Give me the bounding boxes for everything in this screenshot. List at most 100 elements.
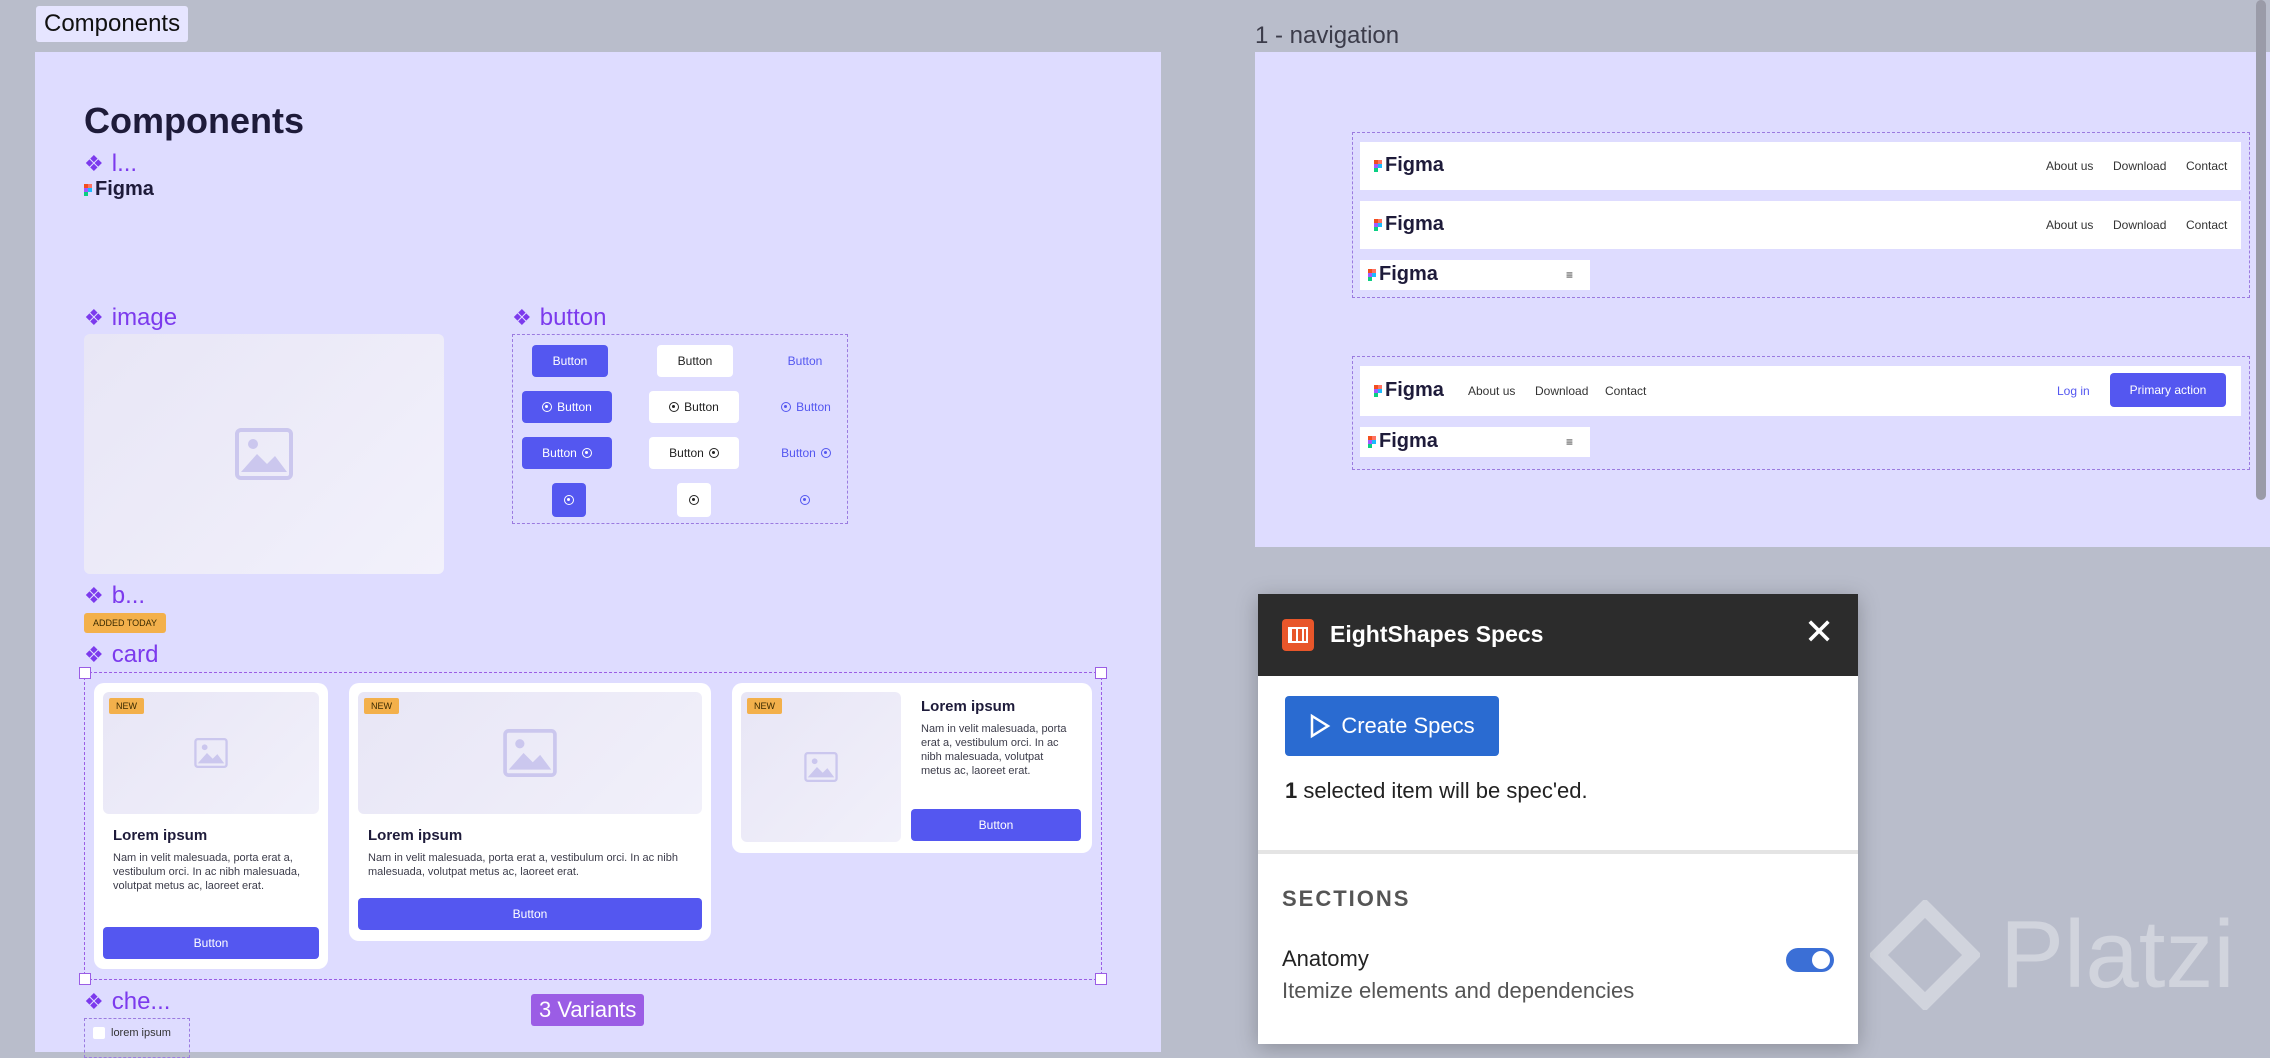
eightshapes-specs-plugin[interactable]: EightShapes Specs ✕ Create Specs 1 selec…: [1258, 594, 1858, 1044]
button-component-label[interactable]: ❖ button: [512, 304, 606, 332]
components-frame[interactable]: Components ❖ l... Figma ❖ image ❖ button…: [35, 52, 1161, 1058]
plus-circle-icon: [689, 495, 699, 505]
navigation-frame[interactable]: Figma About us Download Contact Figma Ab…: [1255, 52, 2270, 547]
checkbox-component-label[interactable]: ❖ che...: [84, 988, 170, 1016]
nav-link-download[interactable]: Download: [2113, 218, 2166, 232]
nav-link-about[interactable]: About us: [1468, 384, 1515, 398]
badge-component-label[interactable]: ❖ b...: [84, 582, 145, 610]
card-button[interactable]: Button: [911, 809, 1081, 841]
nav-variants-set-1[interactable]: Figma About us Download Contact Figma Ab…: [1352, 132, 2250, 298]
nav-bar-desktop[interactable]: Figma About us Download Contact: [1360, 142, 2241, 190]
selection-handle[interactable]: [79, 667, 91, 679]
figma-logo[interactable]: Figma: [84, 178, 154, 201]
figma-logo[interactable]: Figma: [1368, 430, 1438, 453]
create-specs-button[interactable]: Create Specs: [1285, 696, 1499, 756]
logo-component-label[interactable]: ❖ l...: [84, 150, 137, 178]
figma-mark-icon: [1374, 218, 1382, 231]
login-link[interactable]: Log in: [2057, 384, 2090, 398]
card-title: Lorem ipsum: [368, 827, 463, 844]
card-component-name: card: [111, 641, 159, 668]
plus-circle-icon: [581, 448, 592, 458]
tertiary-button-trailing-icon[interactable]: Button: [761, 437, 851, 469]
card-vertical-wide[interactable]: NEW Lorem ipsum Nam in velit malesuada, …: [349, 683, 711, 941]
image-placeholder[interactable]: [84, 334, 444, 574]
card-component-label[interactable]: ❖ card: [84, 641, 158, 669]
card-button[interactable]: Button: [103, 927, 319, 959]
primary-button-leading-icon[interactable]: Button: [522, 391, 612, 423]
card-title: Lorem ipsum: [921, 698, 1016, 715]
plugin-logo-icon: [1282, 619, 1314, 651]
button-variants-set[interactable]: Button Button Button Button Button Butto…: [512, 334, 848, 524]
added-today-badge[interactable]: ADDED TODAY: [84, 613, 167, 633]
nav-link-contact[interactable]: Contact: [2186, 159, 2227, 173]
tertiary-button-leading-icon[interactable]: Button: [761, 391, 851, 423]
checkbox-box[interactable]: [93, 1027, 105, 1039]
nav-link-download[interactable]: Download: [1535, 384, 1588, 398]
image-placeholder-icon: [194, 738, 228, 768]
close-icon[interactable]: ✕: [1804, 614, 1834, 650]
card-vertical-small[interactable]: NEW Lorem ipsum Nam in velit malesuada, …: [94, 683, 328, 969]
nav-bar-mobile[interactable]: Figma ≡: [1360, 427, 1590, 457]
nav-link-download[interactable]: Download: [2113, 159, 2166, 173]
button-label: Button: [552, 354, 588, 368]
nav-link-contact[interactable]: Contact: [2186, 218, 2227, 232]
button-label: Button: [193, 936, 229, 950]
primary-icon-button[interactable]: [552, 483, 586, 517]
selection-handle[interactable]: [79, 973, 91, 985]
card-button[interactable]: Button: [358, 898, 702, 930]
nav-link-about[interactable]: About us: [2046, 218, 2093, 232]
image-component-label[interactable]: ❖ image: [84, 304, 177, 332]
card-horizontal[interactable]: NEW Lorem ipsum Nam in velit malesuada, …: [732, 683, 1092, 853]
figma-logo-text: Figma: [1379, 263, 1438, 285]
play-icon: [1311, 713, 1331, 739]
new-badge: NEW: [747, 698, 782, 714]
secondary-icon-button[interactable]: [677, 483, 711, 517]
selection-handle[interactable]: [1095, 973, 1107, 985]
secondary-button-leading-icon[interactable]: Button: [649, 391, 739, 423]
selected-text: selected item will be spec'ed.: [1303, 778, 1588, 803]
nav-bar-desktop[interactable]: Figma About us Download Contact: [1360, 201, 2241, 249]
anatomy-toggle[interactable]: [1786, 948, 1834, 972]
figma-mark-icon: [84, 183, 92, 196]
anatomy-label: Anatomy: [1282, 946, 1369, 971]
sections-heading: SECTIONS: [1282, 886, 1411, 911]
tertiary-icon-button[interactable]: [788, 483, 822, 517]
nav-link-about[interactable]: About us: [2046, 159, 2093, 173]
selection-handle[interactable]: [1095, 667, 1107, 679]
secondary-button[interactable]: Button: [657, 345, 733, 377]
button-label: Button: [542, 446, 577, 460]
hamburger-icon[interactable]: ≡: [1566, 268, 1573, 282]
button-label: Button: [684, 400, 719, 414]
figma-logo[interactable]: Figma: [1374, 154, 1444, 177]
card-selection[interactable]: NEW Lorem ipsum Nam in velit malesuada, …: [79, 667, 1107, 985]
primary-action-button[interactable]: Primary action: [2110, 373, 2226, 407]
section-divider: [1258, 850, 1858, 854]
figma-logo-text: Figma: [95, 178, 154, 200]
navigation-frame-label[interactable]: 1 - navigation: [1255, 22, 1399, 50]
secondary-button-trailing-icon[interactable]: Button: [649, 437, 739, 469]
nav-bar-with-actions[interactable]: Figma About us Download Contact Log in P…: [1360, 366, 2241, 416]
card-title: Lorem ipsum: [113, 827, 208, 844]
figma-logo[interactable]: Figma: [1368, 263, 1438, 286]
hamburger-icon[interactable]: ≡: [1566, 435, 1573, 449]
components-page-tag[interactable]: Components: [36, 6, 189, 42]
selected-count: 1: [1285, 778, 1298, 803]
primary-button[interactable]: Button: [532, 345, 608, 377]
image-placeholder-icon: [235, 428, 293, 480]
plus-circle-icon: [542, 402, 553, 412]
nav-link-contact[interactable]: Contact: [1605, 384, 1646, 398]
image-placeholder-icon: [804, 752, 838, 782]
selection-summary: 1 selected item will be spec'ed.: [1285, 778, 1588, 804]
checkbox-set[interactable]: lorem ipsum: [84, 1018, 190, 1058]
component-icon: ❖: [84, 151, 104, 176]
figma-logo[interactable]: Figma: [1374, 379, 1444, 402]
nav-variants-set-2[interactable]: Figma About us Download Contact Log in P…: [1352, 356, 2250, 470]
figma-logo[interactable]: Figma: [1374, 213, 1444, 236]
checkbox-item[interactable]: lorem ipsum: [93, 1027, 171, 1039]
nav-bar-mobile[interactable]: Figma ≡: [1360, 260, 1590, 290]
canvas-scrollbar[interactable]: [2256, 0, 2266, 500]
plus-circle-icon: [564, 495, 574, 505]
button-label: Button: [978, 818, 1014, 832]
tertiary-button[interactable]: Button: [767, 345, 843, 377]
primary-button-trailing-icon[interactable]: Button: [522, 437, 612, 469]
